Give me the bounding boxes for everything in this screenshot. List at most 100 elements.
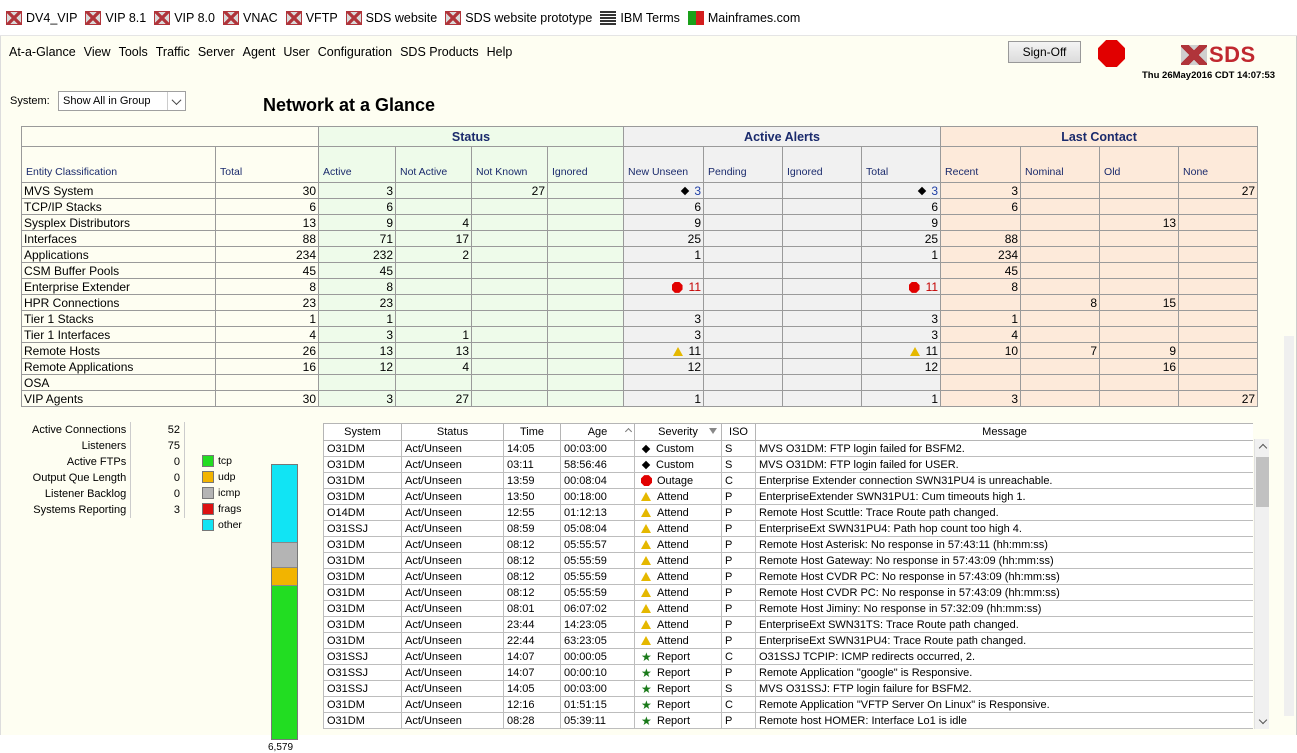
cell-total[interactable]: 23	[215, 294, 319, 311]
cell-al-ignored[interactable]	[782, 342, 863, 359]
alert-row[interactable]: O31DM Act/Unseen 08:28 05:39:11 ★ Report P Remo…	[323, 712, 1253, 729]
alert-message[interactable]: EnterpriseExt SWN31PU4: Path hop count t…	[755, 520, 1253, 537]
cell-al-ignored[interactable]	[782, 358, 863, 375]
alert-system[interactable]: O31DM	[323, 712, 402, 729]
cell-not-active[interactable]: 1	[395, 326, 472, 343]
system-select[interactable]: Show All in Group	[58, 91, 186, 111]
cell-recent[interactable]: 3	[940, 390, 1022, 407]
filter-icon[interactable]	[709, 428, 717, 434]
alert-system[interactable]: O31DM	[323, 568, 402, 585]
cell-not-known[interactable]	[471, 246, 548, 263]
cell-nominal[interactable]	[1020, 246, 1101, 263]
cell-active[interactable]: 3	[318, 182, 396, 199]
alert-severity[interactable]: Attend	[634, 568, 722, 585]
cell-none[interactable]: 27	[1178, 390, 1259, 407]
alert-status[interactable]: Act/Unseen	[401, 600, 504, 617]
cell-nominal[interactable]	[1020, 374, 1101, 391]
alert-status[interactable]: Act/Unseen	[401, 616, 504, 633]
cell-recent[interactable]: 8	[940, 278, 1022, 295]
cell-ignored[interactable]	[546, 342, 625, 359]
alert-iso[interactable]: S	[721, 440, 756, 457]
alert-row[interactable]: O14DM Act/Unseen 12:55 01:12:13 Attend P Remot…	[323, 504, 1253, 521]
cell-pending[interactable]	[703, 390, 784, 407]
alert-message[interactable]: MVS O31DM: FTP login failed for BSFM2.	[755, 440, 1253, 457]
entity-name[interactable]: Remote Hosts	[21, 342, 216, 359]
alert-iso[interactable]: P	[721, 488, 756, 505]
alert-message[interactable]: EnterpriseExt SWN31PU4: Trace Route path…	[755, 632, 1253, 649]
cell-active[interactable]: 6	[318, 198, 396, 215]
alert-message[interactable]: Remote host HOMER: Interface Lo1 is idle	[755, 712, 1253, 729]
cell-old[interactable]	[1099, 310, 1180, 327]
alert-status[interactable]: Act/Unseen	[401, 664, 504, 681]
bookmark-7[interactable]: IBM Terms	[600, 10, 680, 25]
alert-age[interactable]: 58:56:46	[560, 456, 635, 473]
cell-al-ignored[interactable]	[782, 182, 863, 199]
cell-new-unseen[interactable]: 11	[623, 278, 705, 295]
alert-time[interactable]: 08:28	[503, 712, 561, 729]
alert-iso[interactable]: P	[721, 536, 756, 553]
alert-time[interactable]: 14:07	[503, 664, 561, 681]
cell-al-total[interactable]: 25	[861, 230, 942, 247]
alert-message[interactable]: Remote Host Jiminy: No response in 57:32…	[755, 600, 1253, 617]
alert-iso[interactable]: S	[721, 680, 756, 697]
menu-item-view[interactable]: View	[84, 45, 111, 59]
cell-al-ignored[interactable]	[782, 278, 863, 295]
cell-none[interactable]	[1178, 246, 1259, 263]
alert-system[interactable]: O31SSJ	[323, 680, 402, 697]
alert-time[interactable]: 22:44	[503, 632, 561, 649]
alert-time[interactable]: 12:16	[503, 696, 561, 713]
cell-not-active[interactable]	[395, 182, 472, 199]
cell-none[interactable]	[1178, 310, 1259, 327]
alert-row[interactable]: O31DM Act/Unseen 23:44 14:23:05 Attend P Enter…	[323, 616, 1253, 633]
cell-new-unseen[interactable]: 1	[623, 390, 705, 407]
cell-al-total[interactable]: 3	[861, 182, 942, 199]
alert-row[interactable]: O31SSJ Act/Unseen 08:59 05:08:04 Attend P Ente…	[323, 520, 1253, 537]
alert-system[interactable]: O31DM	[323, 472, 402, 489]
cell-nominal[interactable]	[1020, 198, 1101, 215]
cell-total[interactable]: 26	[215, 342, 319, 359]
cell-new-unseen[interactable]: 9	[623, 214, 705, 231]
alert-age[interactable]: 05:55:59	[560, 568, 635, 585]
cell-pending[interactable]	[703, 198, 784, 215]
cell-new-unseen[interactable]: 12	[623, 358, 705, 375]
cell-recent[interactable]: 4	[940, 326, 1022, 343]
cell-nominal[interactable]	[1020, 230, 1101, 247]
alert-status[interactable]: Act/Unseen	[401, 568, 504, 585]
entity-name[interactable]: Tier 1 Stacks	[21, 310, 216, 327]
cell-not-known[interactable]	[471, 326, 548, 343]
cell-recent[interactable]: 45	[940, 262, 1022, 279]
alert-status[interactable]: Act/Unseen	[401, 584, 504, 601]
cell-ignored[interactable]	[546, 326, 625, 343]
alert-age[interactable]: 05:39:11	[560, 712, 635, 729]
cell-pending[interactable]	[703, 230, 784, 247]
alert-row[interactable]: O31DM Act/Unseen 08:01 06:07:02 Attend P Remot…	[323, 600, 1253, 617]
cell-not-known[interactable]	[471, 294, 548, 311]
page-scrollbar[interactable]	[1284, 336, 1294, 716]
cell-not-active[interactable]: 27	[395, 390, 472, 407]
chevron-down-icon[interactable]	[167, 92, 185, 110]
alert-time[interactable]: 14:07	[503, 648, 561, 665]
cell-recent[interactable]	[940, 294, 1022, 311]
cell-total[interactable]: 45	[215, 262, 319, 279]
bookmark-5[interactable]: SDS website	[345, 10, 437, 25]
cell-not-known[interactable]	[471, 390, 548, 407]
cell-not-known[interactable]	[471, 278, 548, 295]
alert-age[interactable]: 01:51:15	[560, 696, 635, 713]
cell-old[interactable]: 9	[1099, 342, 1180, 359]
alert-time[interactable]: 14:05	[503, 440, 561, 457]
cell-ignored[interactable]	[546, 358, 625, 375]
glance-col-header[interactable]: New Unseen	[623, 146, 705, 183]
alert-message[interactable]: Remote Application "VFTP Server On Linux…	[755, 696, 1253, 713]
menu-item-help[interactable]: Help	[487, 45, 513, 59]
cell-al-ignored[interactable]	[782, 326, 863, 343]
cell-active[interactable]: 71	[318, 230, 396, 247]
alert-time[interactable]: 23:44	[503, 616, 561, 633]
alert-iso[interactable]: P	[721, 664, 756, 681]
cell-active[interactable]	[318, 374, 396, 391]
bookmark-4[interactable]: VFTP	[285, 10, 338, 25]
alert-message[interactable]: EnterpriseExtender SWN31PU1: Cum timeout…	[755, 488, 1253, 505]
cell-active[interactable]: 23	[318, 294, 396, 311]
alert-system[interactable]: O31DM	[323, 488, 402, 505]
alert-severity[interactable]: Attend	[634, 600, 722, 617]
alert-age[interactable]: 14:23:05	[560, 616, 635, 633]
